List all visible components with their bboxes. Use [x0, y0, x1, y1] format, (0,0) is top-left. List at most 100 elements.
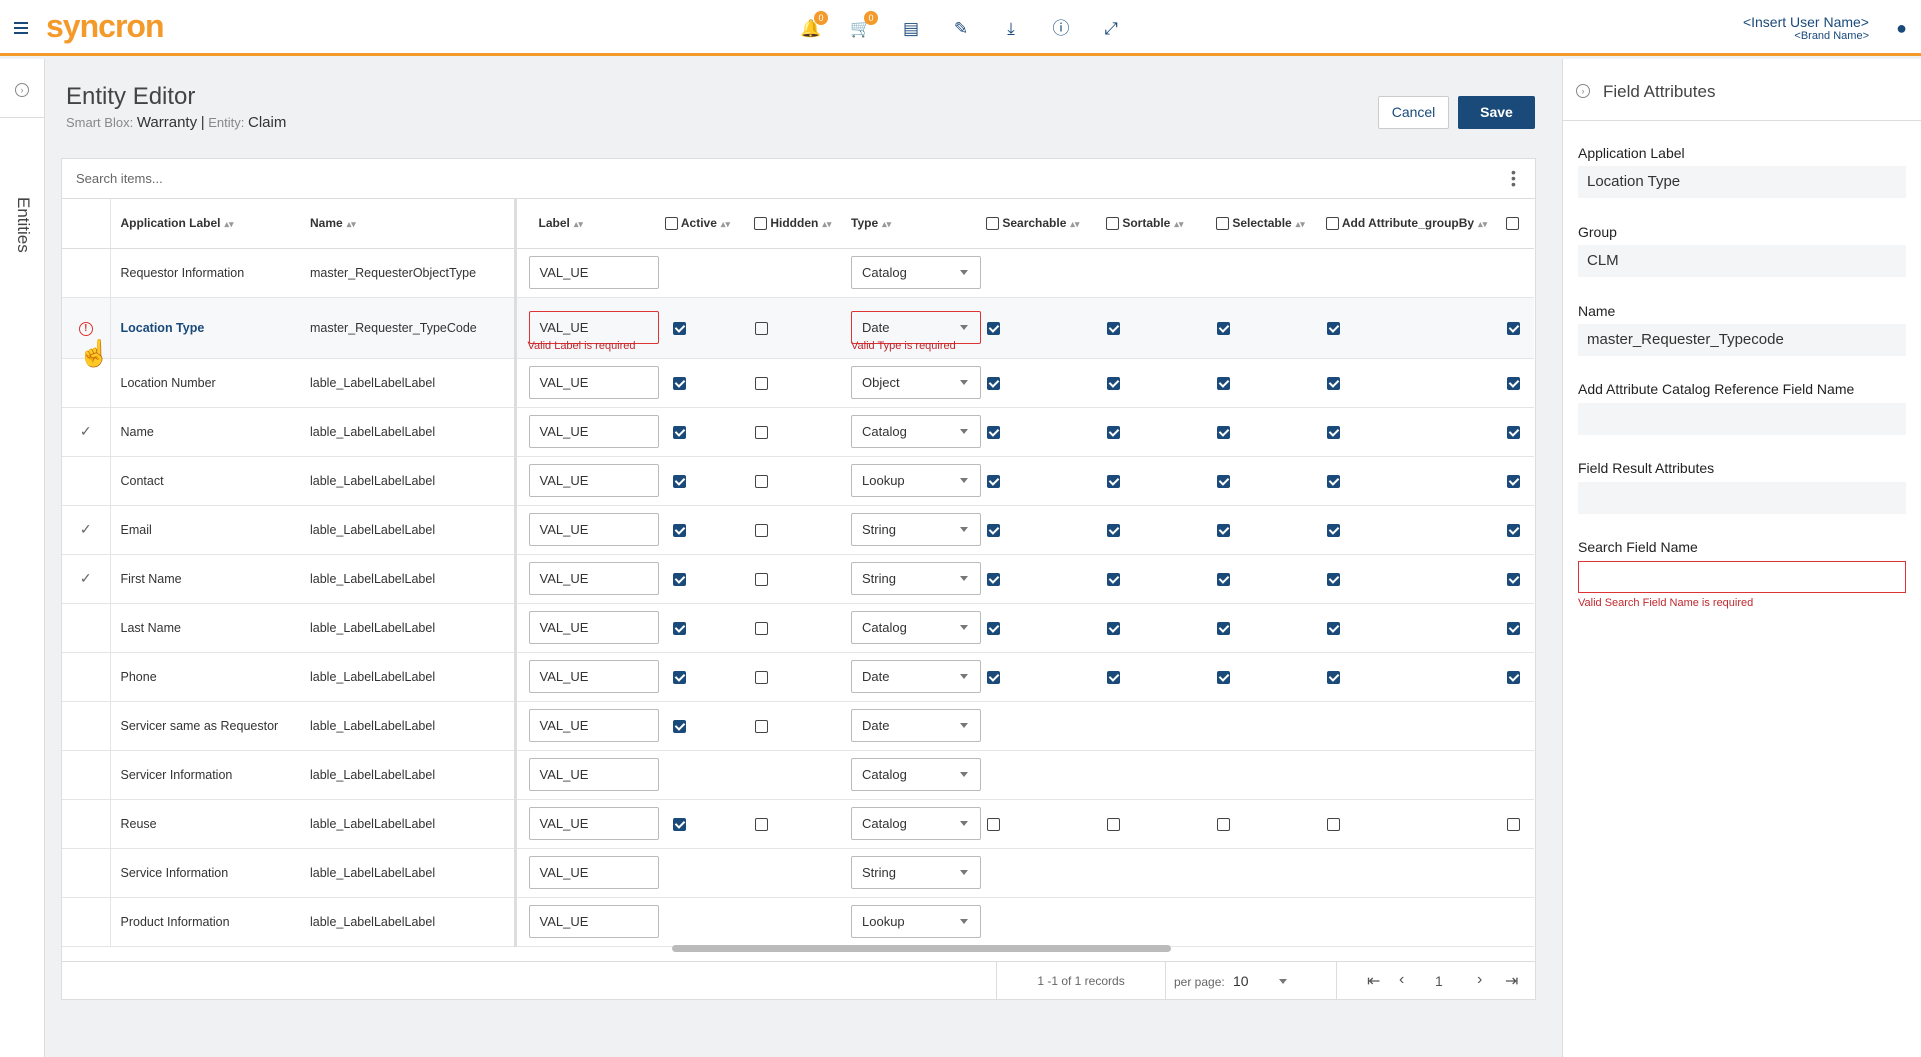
type-select[interactable]: Date: [851, 660, 981, 693]
searchable-checkbox[interactable]: [987, 425, 1000, 439]
active-checkbox[interactable]: [673, 621, 686, 635]
active-checkbox[interactable]: [673, 474, 686, 488]
groupby-checkbox[interactable]: [1327, 321, 1340, 335]
searchable-checkbox[interactable]: [987, 523, 1000, 537]
active-select-all[interactable]: [665, 217, 678, 231]
groupby-checkbox[interactable]: [1327, 376, 1340, 390]
extra-checkbox[interactable]: [1507, 376, 1520, 390]
selectable-checkbox[interactable]: [1217, 321, 1230, 335]
table-row[interactable]: ✓ First Name lable_LabelLabelLabel VAL_UE St…: [62, 554, 1534, 604]
groupby-column-header[interactable]: Add Attribute_groupBy ▴▾: [1326, 199, 1506, 249]
label-input[interactable]: VAL_UE: [528, 807, 659, 840]
selectable-column-header[interactable]: Selectable ▴▾: [1216, 199, 1326, 249]
hidden-checkbox[interactable]: [755, 523, 768, 537]
search-input[interactable]: Search items...: [76, 171, 163, 186]
chevron-down-icon[interactable]: [1279, 979, 1287, 984]
extra-checkbox[interactable]: [1507, 621, 1520, 635]
extra-checkbox[interactable]: [1507, 321, 1520, 335]
groupby-checkbox[interactable]: [1327, 817, 1340, 831]
label-input[interactable]: VAL_UE: [528, 513, 659, 546]
type-select[interactable]: Lookup: [851, 905, 981, 938]
type-select[interactable]: Catalog: [851, 256, 981, 289]
active-column-header[interactable]: Active ▴▾: [665, 199, 754, 249]
sortable-select-all[interactable]: [1106, 217, 1119, 231]
sortable-checkbox[interactable]: [1107, 621, 1120, 635]
group-field[interactable]: CLM: [1578, 245, 1906, 277]
app-label-cell[interactable]: Service Information: [110, 848, 310, 898]
groupby-checkbox[interactable]: [1327, 425, 1340, 439]
prev-page-icon[interactable]: ‹: [1399, 971, 1404, 989]
app-label-cell[interactable]: Requestor Information: [110, 248, 310, 298]
label-input[interactable]: VAL_UE: [528, 660, 659, 693]
label-input[interactable]: VAL_UE: [528, 415, 659, 448]
hidden-column-header[interactable]: Hiddden ▴▾: [754, 199, 851, 249]
selectable-checkbox[interactable]: [1217, 474, 1230, 488]
selectable-checkbox[interactable]: [1217, 425, 1230, 439]
label-input[interactable]: VAL_UE: [528, 464, 659, 497]
extra-select-all[interactable]: [1506, 217, 1519, 231]
app-label-cell[interactable]: Location Number: [110, 358, 310, 408]
table-row[interactable]: Last Name lable_LabelLabelLabel VAL_UE Cata…: [62, 603, 1534, 653]
type-select[interactable]: Catalog: [851, 611, 981, 644]
hidden-checkbox[interactable]: [755, 719, 768, 733]
hidden-checkbox[interactable]: [755, 321, 768, 335]
expand-sidebar-icon[interactable]: ›: [15, 83, 29, 97]
application-label-field[interactable]: Location Type: [1578, 166, 1906, 198]
app-label-cell[interactable]: Email: [110, 505, 310, 555]
cart-icon[interactable]: 🛒 0: [850, 11, 878, 40]
label-column-header[interactable]: Label ▴▾: [515, 199, 665, 249]
sortable-checkbox[interactable]: [1107, 474, 1120, 488]
expand-icon[interactable]: ⤢: [1100, 18, 1122, 40]
type-select[interactable]: Date: [851, 709, 981, 742]
type-select[interactable]: String: [851, 513, 981, 546]
app-label-cell[interactable]: Servicer same as Requestor: [110, 701, 310, 751]
app-label-cell[interactable]: Product Information: [110, 897, 310, 947]
label-input[interactable]: VAL_UE: [528, 709, 659, 742]
label-input[interactable]: VAL_UE: [528, 562, 659, 595]
groupby-checkbox[interactable]: [1327, 474, 1340, 488]
download-icon[interactable]: ⤓: [1000, 18, 1022, 40]
book-icon[interactable]: ▤: [900, 18, 922, 40]
active-checkbox[interactable]: [673, 817, 686, 831]
name-column-header[interactable]: Name ▴▾: [310, 199, 517, 249]
table-row[interactable]: Location Number lable_LabelLabelLabel VAL_…: [62, 358, 1534, 408]
table-row[interactable]: ! ☝ Location Type master_Requester_TypeCode…: [62, 297, 1534, 368]
hidden-checkbox[interactable]: [755, 425, 768, 439]
name-field[interactable]: master_Requester_Typecode: [1578, 324, 1906, 356]
groupby-select-all[interactable]: [1326, 217, 1339, 231]
selectable-checkbox[interactable]: [1217, 376, 1230, 390]
user-menu[interactable]: <Insert User Name> <Brand Name>: [1743, 14, 1869, 42]
table-row[interactable]: ✓ Name lable_LabelLabelLabel VAL_UE Catalog: [62, 407, 1534, 457]
table-row[interactable]: Phone lable_LabelLabelLabel VAL_UE Date: [62, 652, 1534, 702]
type-select[interactable]: String: [851, 856, 981, 889]
table-row[interactable]: Reuse lable_LabelLabelLabel VAL_UE Catalog: [62, 799, 1534, 849]
searchable-column-header[interactable]: Searchable ▴▾: [986, 199, 1106, 249]
sortable-checkbox[interactable]: [1107, 572, 1120, 586]
horizontal-scrollbar[interactable]: [672, 945, 1171, 952]
selectable-checkbox[interactable]: [1217, 621, 1230, 635]
search-field-name-input[interactable]: [1578, 561, 1906, 593]
searchable-checkbox[interactable]: [987, 621, 1000, 635]
extra-checkbox[interactable]: [1507, 425, 1520, 439]
page-number[interactable]: 1: [1435, 973, 1443, 989]
table-row[interactable]: Servicer Information lable_LabelLabelLabe…: [62, 750, 1534, 800]
extra-checkbox[interactable]: [1507, 817, 1520, 831]
type-select[interactable]: Catalog: [851, 415, 981, 448]
active-checkbox[interactable]: [673, 670, 686, 684]
app-label-column-header[interactable]: Application Label ▴▾: [110, 199, 310, 249]
hidden-select-all[interactable]: [754, 217, 767, 231]
table-row[interactable]: Servicer same as Requestor lable_LabelLab…: [62, 701, 1534, 751]
table-row[interactable]: Service Information lable_LabelLabelLabel…: [62, 848, 1534, 898]
menu-icon[interactable]: [14, 22, 28, 37]
app-label-cell[interactable]: Name: [110, 407, 310, 457]
type-select[interactable]: String: [851, 562, 981, 595]
table-row[interactable]: ✓ Email lable_LabelLabelLabel VAL_UE String: [62, 505, 1534, 555]
app-label-cell[interactable]: Reuse: [110, 799, 310, 849]
groupby-checkbox[interactable]: [1327, 670, 1340, 684]
type-select[interactable]: Catalog: [851, 758, 981, 791]
search-bar[interactable]: Search items... • • •: [62, 159, 1535, 199]
label-input[interactable]: VAL_UE: [528, 256, 659, 289]
sortable-checkbox[interactable]: [1107, 321, 1120, 335]
extra-checkbox[interactable]: [1507, 670, 1520, 684]
catalog-reference-field[interactable]: [1578, 403, 1906, 435]
